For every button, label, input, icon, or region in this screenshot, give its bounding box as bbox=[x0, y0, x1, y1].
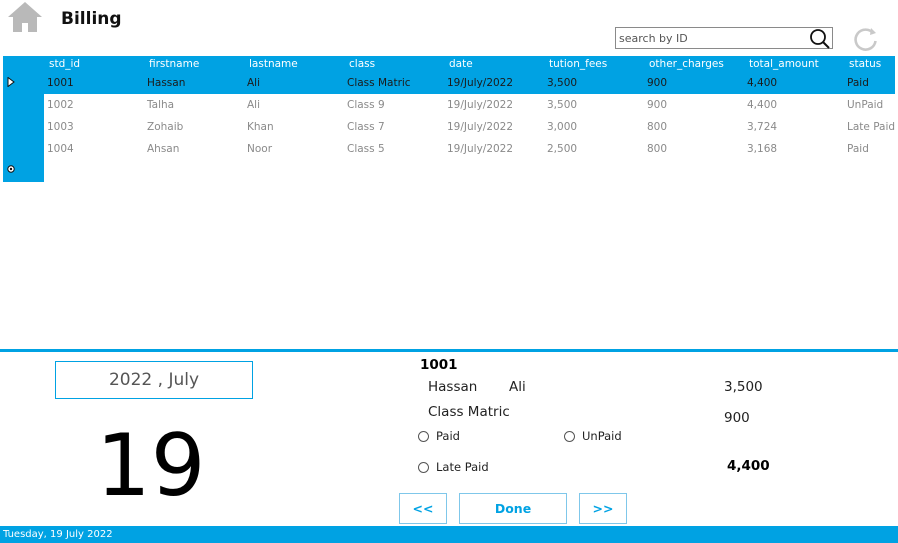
page-title: Billing bbox=[61, 9, 122, 29]
cell-status[interactable]: Paid bbox=[847, 138, 869, 160]
column-header-other-charges[interactable]: other_charges bbox=[649, 56, 724, 73]
cell-other-charges[interactable]: 900 bbox=[647, 94, 667, 116]
cell-other-charges[interactable]: 800 bbox=[647, 138, 667, 160]
detail-other-charges: 900 bbox=[724, 410, 750, 426]
cell-class[interactable]: Class 9 bbox=[347, 94, 385, 116]
cell-firstname[interactable]: Zohaib bbox=[147, 116, 183, 138]
cell-class[interactable]: Class 7 bbox=[347, 116, 385, 138]
table-row[interactable]: 1004 Ahsan Noor Class 5 19/July/2022 2,5… bbox=[44, 138, 895, 160]
cell-std-id[interactable]: 1004 bbox=[47, 138, 74, 160]
search-input[interactable] bbox=[616, 28, 809, 48]
cell-lastname[interactable]: Noor bbox=[247, 138, 272, 160]
table-row[interactable]: 1001 Hassan Ali Class Matric 19/July/202… bbox=[44, 72, 895, 94]
refresh-icon[interactable] bbox=[852, 25, 880, 53]
cell-std-id[interactable]: 1001 bbox=[47, 72, 74, 94]
cell-std-id[interactable]: 1003 bbox=[47, 116, 74, 138]
grid-header-row: std_id firstname lastname class date tut… bbox=[44, 56, 895, 73]
home-icon[interactable] bbox=[6, 0, 44, 34]
cell-lastname[interactable]: Khan bbox=[247, 116, 274, 138]
column-header-std-id[interactable]: std_id bbox=[49, 56, 80, 73]
column-header-class[interactable]: class bbox=[349, 56, 375, 73]
cell-lastname[interactable]: Ali bbox=[247, 72, 260, 94]
status-bar-date: Tuesday, 19 July 2022 bbox=[3, 529, 113, 540]
status-radio-late-paid[interactable]: Late Paid bbox=[418, 460, 489, 474]
column-header-lastname[interactable]: lastname bbox=[249, 56, 298, 73]
cell-date[interactable]: 19/July/2022 bbox=[447, 138, 513, 160]
detail-firstname: Hassan bbox=[428, 379, 478, 395]
search-box[interactable] bbox=[615, 27, 833, 49]
new-row-icon bbox=[7, 165, 15, 173]
cell-tution-fees[interactable]: 3,500 bbox=[547, 72, 577, 94]
column-header-status[interactable]: status bbox=[849, 56, 881, 73]
billing-grid[interactable]: std_id firstname lastname class date tut… bbox=[3, 56, 895, 182]
detail-tution-fees: 3,500 bbox=[724, 379, 763, 395]
cell-status[interactable]: Paid bbox=[847, 72, 869, 94]
cell-tution-fees[interactable]: 3,500 bbox=[547, 94, 577, 116]
section-divider bbox=[0, 349, 898, 352]
cell-total-amount[interactable]: 4,400 bbox=[747, 94, 777, 116]
cell-firstname[interactable]: Ahsan bbox=[147, 138, 179, 160]
cell-other-charges[interactable]: 900 bbox=[647, 72, 667, 94]
radio-circle-icon[interactable] bbox=[564, 430, 575, 442]
cell-date[interactable]: 19/July/2022 bbox=[447, 94, 513, 116]
cell-class[interactable]: Class Matric bbox=[347, 72, 411, 94]
current-row-arrow-icon bbox=[7, 77, 15, 87]
status-radio-unpaid[interactable]: UnPaid bbox=[564, 429, 622, 443]
next-button[interactable]: >> bbox=[579, 493, 627, 524]
cell-total-amount[interactable]: 3,724 bbox=[747, 116, 777, 138]
cell-status[interactable]: UnPaid bbox=[847, 94, 883, 116]
cell-firstname[interactable]: Hassan bbox=[147, 72, 185, 94]
previous-button[interactable]: << bbox=[399, 493, 447, 524]
detail-lastname: Ali bbox=[509, 379, 526, 395]
cell-lastname[interactable]: Ali bbox=[247, 94, 260, 116]
detail-class: Class Matric bbox=[428, 404, 510, 420]
cell-other-charges[interactable]: 800 bbox=[647, 116, 667, 138]
cell-std-id[interactable]: 1002 bbox=[47, 94, 74, 116]
cell-date[interactable]: 19/July/2022 bbox=[447, 72, 513, 94]
table-row[interactable]: 1002 Talha Ali Class 9 19/July/2022 3,50… bbox=[44, 94, 895, 116]
cell-total-amount[interactable]: 3,168 bbox=[747, 138, 777, 160]
cell-class[interactable]: Class 5 bbox=[347, 138, 385, 160]
cell-status[interactable]: Late Paid bbox=[847, 116, 895, 138]
column-header-tution-fees[interactable]: tution_fees bbox=[549, 56, 607, 73]
table-row[interactable]: 1003 Zohaib Khan Class 7 19/July/2022 3,… bbox=[44, 116, 895, 138]
status-radio-paid-label: Paid bbox=[436, 429, 460, 443]
row-header-column bbox=[3, 56, 44, 182]
status-bar: Tuesday, 19 July 2022 bbox=[0, 526, 898, 543]
cell-total-amount[interactable]: 4,400 bbox=[747, 72, 777, 94]
column-header-date[interactable]: date bbox=[449, 56, 473, 73]
status-radio-paid[interactable]: Paid bbox=[418, 429, 460, 443]
status-radio-unpaid-label: UnPaid bbox=[582, 429, 622, 443]
cell-date[interactable]: 19/July/2022 bbox=[447, 116, 513, 138]
day-number: 19 bbox=[96, 416, 206, 516]
month-year-display: 2022 , July bbox=[55, 361, 253, 399]
cell-tution-fees[interactable]: 3,000 bbox=[547, 116, 577, 138]
cell-tution-fees[interactable]: 2,500 bbox=[547, 138, 577, 160]
status-radio-late-paid-label: Late Paid bbox=[436, 460, 489, 474]
radio-circle-icon[interactable] bbox=[418, 461, 429, 473]
detail-total-amount: 4,400 bbox=[727, 458, 770, 474]
detail-std-id: 1001 bbox=[420, 357, 458, 373]
column-header-firstname[interactable]: firstname bbox=[149, 56, 199, 73]
cell-firstname[interactable]: Talha bbox=[147, 94, 174, 116]
column-header-total-amount[interactable]: total_amount bbox=[749, 56, 819, 73]
radio-circle-icon[interactable] bbox=[418, 430, 429, 442]
search-icon[interactable] bbox=[808, 27, 832, 51]
done-button[interactable]: Done bbox=[459, 493, 567, 524]
